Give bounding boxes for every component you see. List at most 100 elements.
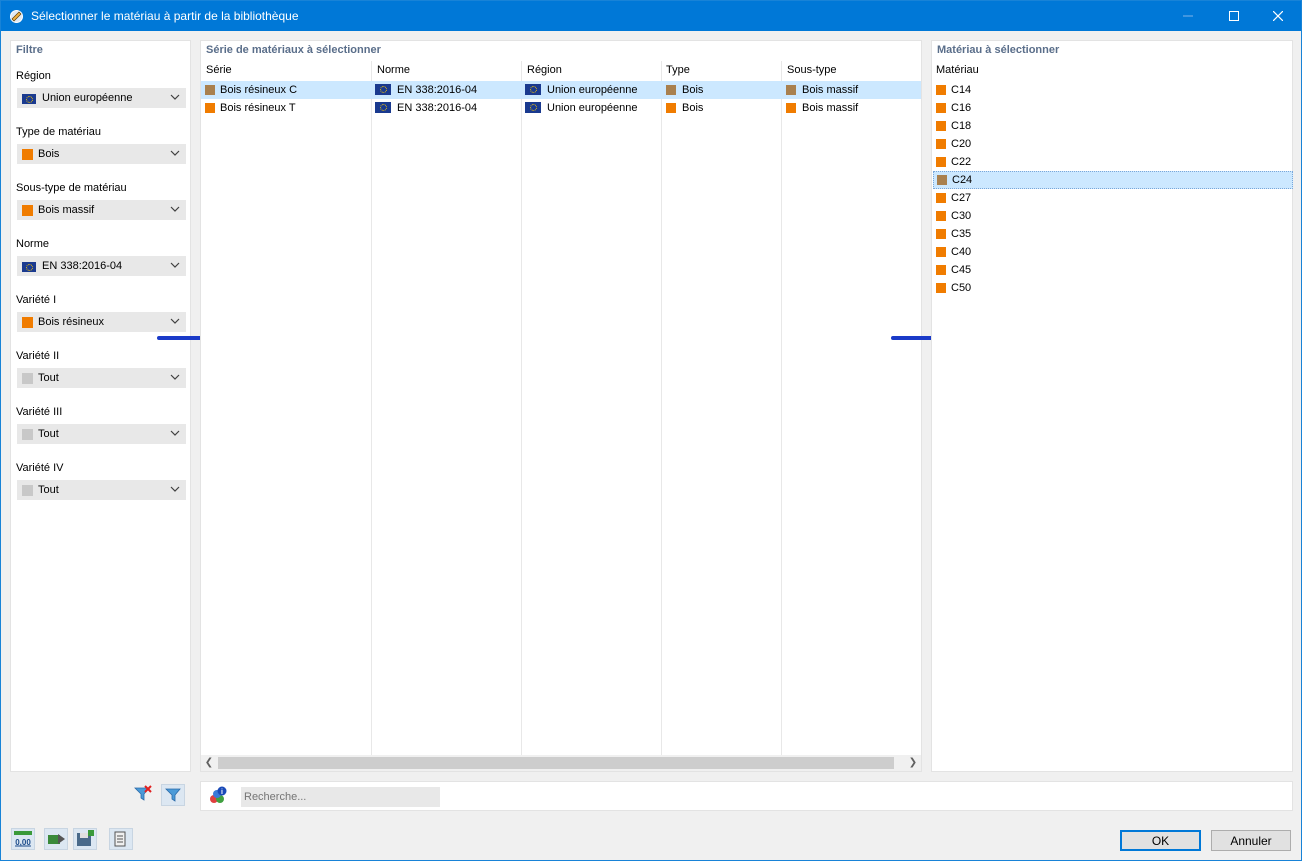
eu-flag-icon — [375, 102, 391, 113]
variety-1-combo[interactable]: Bois résineux — [17, 312, 186, 332]
filter-button[interactable] — [161, 784, 185, 806]
material-name: C45 — [951, 264, 972, 276]
list-item[interactable]: C35 — [933, 225, 1291, 243]
chevron-down-icon — [170, 262, 180, 268]
search-input[interactable] — [241, 787, 440, 807]
clear-filter-icon — [134, 785, 152, 801]
region-combo[interactable]: Union européenne — [17, 88, 186, 108]
material-name: C18 — [951, 120, 972, 132]
save-icon — [77, 830, 94, 846]
list-item[interactable]: C22 — [933, 153, 1291, 171]
color-swatch-icon — [22, 317, 33, 328]
material-type-combo[interactable]: Bois — [17, 144, 186, 164]
scrollbar-thumb[interactable] — [218, 757, 894, 769]
cancel-button[interactable]: Annuler — [1211, 830, 1291, 851]
scroll-left-icon[interactable]: ❮ — [202, 756, 216, 770]
filter-panel: Filtre Région Union européenne Type de m… — [10, 40, 191, 806]
maximize-icon — [1229, 11, 1239, 21]
norme-cell: EN 338:2016-04 — [397, 84, 478, 96]
maximize-button[interactable] — [1211, 1, 1257, 31]
color-swatch-icon — [22, 205, 33, 216]
info-button[interactable]: i — [206, 785, 230, 807]
color-swatch-icon — [936, 121, 946, 131]
col-header-type[interactable]: Type — [666, 64, 690, 76]
dialog-window: Sélectionner le matériau à partir de la … — [0, 0, 1302, 861]
column-divider — [371, 61, 372, 755]
units-button[interactable]: 0,00 — [11, 828, 35, 850]
series-title: Série de matériaux à sélectionner — [206, 44, 381, 56]
svg-text:i: i — [221, 789, 223, 796]
list-item[interactable]: C30 — [933, 207, 1291, 225]
filter-title: Filtre — [16, 44, 43, 56]
color-swatch-icon — [936, 229, 946, 239]
list-item[interactable]: C50 — [933, 279, 1291, 297]
table-row[interactable]: Bois résineux C EN 338:2016-04 Union eur… — [201, 81, 921, 99]
clear-filter-button[interactable] — [132, 784, 156, 806]
close-button[interactable] — [1255, 1, 1301, 31]
color-swatch-icon — [22, 485, 33, 496]
save-button[interactable] — [73, 828, 97, 850]
color-swatch-icon — [936, 157, 946, 167]
col-header-region[interactable]: Région — [527, 64, 562, 76]
variety-2-combo[interactable]: Tout — [17, 368, 186, 388]
list-item[interactable]: C18 — [933, 117, 1291, 135]
variety-3-combo[interactable]: Tout — [17, 424, 186, 444]
variety-1-value: Bois résineux — [38, 316, 105, 328]
list-item-selected[interactable]: C24 — [933, 171, 1293, 189]
variety-4-combo[interactable]: Tout — [17, 480, 186, 500]
material-name: C24 — [952, 174, 973, 186]
list-item[interactable]: C45 — [933, 261, 1291, 279]
library-button[interactable] — [109, 828, 133, 850]
units-icon: 0,00 — [14, 831, 32, 847]
list-item[interactable]: C20 — [933, 135, 1291, 153]
import-button[interactable] — [44, 828, 68, 850]
title-bar: Sélectionner le matériau à partir de la … — [1, 1, 1301, 31]
color-swatch-icon — [936, 247, 946, 257]
material-name: C14 — [951, 84, 972, 96]
region-cell: Union européenne — [547, 102, 638, 114]
material-subtype-combo[interactable]: Bois massif — [17, 200, 186, 220]
color-swatch-icon — [205, 103, 215, 113]
color-swatch-icon — [936, 139, 946, 149]
import-icon — [48, 834, 65, 844]
color-swatch-icon — [936, 211, 946, 221]
horizontal-scrollbar[interactable]: ❮ ❯ — [201, 755, 921, 771]
col-header-serie[interactable]: Série — [206, 64, 232, 76]
column-divider — [661, 61, 662, 755]
chevron-down-icon — [170, 94, 180, 100]
color-swatch-icon — [786, 103, 796, 113]
table-row[interactable]: Bois résineux T EN 338:2016-04 Union eur… — [201, 99, 921, 117]
type-cell: Bois — [682, 84, 704, 96]
variety-4-label: Variété IV — [16, 462, 64, 474]
scroll-right-icon[interactable]: ❯ — [906, 756, 920, 770]
ok-button[interactable]: OK — [1120, 830, 1201, 851]
list-item[interactable]: C27 — [933, 189, 1291, 207]
color-swatch-icon — [666, 103, 676, 113]
col-header-norme[interactable]: Norme — [377, 64, 410, 76]
chevron-down-icon — [170, 486, 180, 492]
color-swatch-icon — [937, 175, 947, 185]
column-divider — [521, 61, 522, 755]
color-swatch-icon — [205, 85, 215, 95]
material-panel: Matériau à sélectionner Matériau C14 C16… — [931, 40, 1293, 772]
color-swatch-icon — [936, 265, 946, 275]
standard-combo[interactable]: EN 338:2016-04 — [17, 256, 186, 276]
material-subtype-value: Bois massif — [38, 204, 95, 216]
material-subtype-label: Sous-type de matériau — [16, 182, 127, 194]
type-cell: Bois — [682, 102, 704, 114]
color-swatch-icon — [22, 373, 33, 384]
variety-3-label: Variété III — [16, 406, 63, 418]
material-title: Matériau à sélectionner — [937, 44, 1060, 56]
minimize-button[interactable] — [1165, 1, 1211, 31]
norme-cell: EN 338:2016-04 — [397, 102, 478, 114]
col-header-material[interactable]: Matériau — [936, 64, 979, 76]
search-bar: i — [200, 781, 1293, 811]
list-item[interactable]: C40 — [933, 243, 1291, 261]
col-header-soustype[interactable]: Sous-type — [787, 64, 837, 76]
list-item[interactable]: C14 — [933, 81, 1291, 99]
variety-1-label: Variété I — [16, 294, 57, 306]
series-panel: Série de matériaux à sélectionner Série … — [200, 40, 922, 772]
color-swatch-icon — [936, 85, 946, 95]
list-item[interactable]: C16 — [933, 99, 1291, 117]
eu-flag-icon — [22, 94, 36, 104]
